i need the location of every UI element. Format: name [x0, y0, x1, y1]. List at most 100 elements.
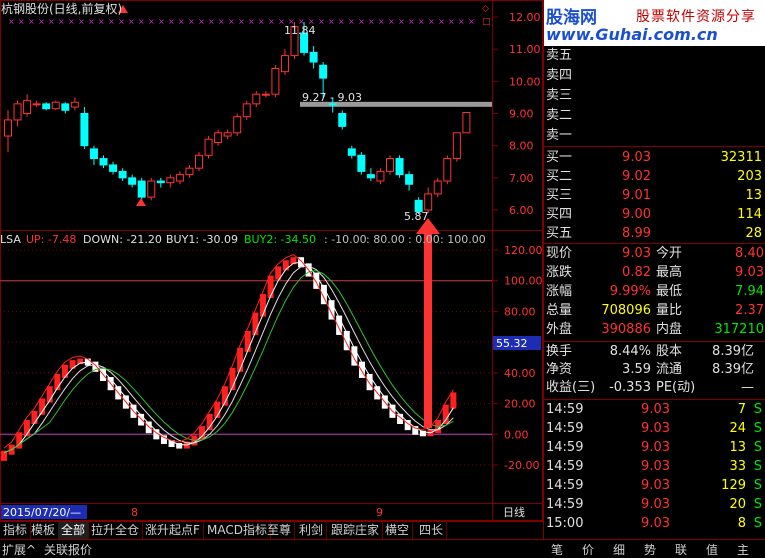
- signal-marker: ×: [258, 17, 265, 26]
- ask-row: 卖四: [544, 67, 765, 85]
- ask-label: 卖二: [546, 108, 573, 123]
- signal-marker: ×: [108, 17, 115, 26]
- signal-marker: ×: [118, 17, 125, 26]
- candle-body: [156, 180, 165, 184]
- bid-price: 9.03: [622, 150, 651, 165]
- stat-row: 外盘 390886 内盘 317210: [544, 321, 765, 339]
- stat-label: 涨幅: [546, 284, 573, 299]
- candle-body: [166, 177, 175, 184]
- indicator-name: LSA: [0, 233, 21, 246]
- right-tab[interactable]: 细: [613, 541, 625, 558]
- stat-value: 317210: [714, 322, 764, 337]
- stat-value: 390886: [601, 322, 651, 337]
- corner-diamond-icon[interactable]: ◇: [482, 4, 489, 14]
- stat-label: 内盘: [656, 322, 683, 337]
- indicator-tab[interactable]: 利剑: [296, 522, 328, 540]
- signal-marker: ×: [218, 17, 225, 26]
- indicator-envelope: [3, 254, 454, 449]
- candle-body: [32, 103, 41, 106]
- indicator-axis-label: 20.00: [504, 398, 536, 411]
- indicator-tab[interactable]: 指标: [0, 522, 32, 540]
- bid-stats-divider: [544, 243, 765, 244]
- bid-volume: 203: [737, 169, 762, 184]
- indicator-tab[interactable]: 横空: [382, 522, 414, 540]
- stat-label: 量比: [656, 303, 683, 318]
- period-label[interactable]: 日线: [503, 505, 525, 519]
- indicator-axis-label: -20.00: [504, 459, 539, 472]
- indicator-l1: : -10.00: [324, 233, 367, 246]
- tick-volume: 7: [737, 402, 746, 417]
- candle-body: [319, 64, 328, 79]
- annotation-low: 5.87: [404, 210, 429, 223]
- right-tab[interactable]: 价: [582, 541, 594, 558]
- tick-time: 14:59: [546, 459, 584, 474]
- stats-info-divider: [544, 341, 765, 342]
- indicator-tab[interactable]: 跟踪庄家: [328, 522, 384, 540]
- tick-time: 14:59: [546, 402, 584, 417]
- candle-body: [185, 167, 194, 176]
- tick-time: 15:00: [546, 516, 584, 531]
- indicator-tab[interactable]: 拉升全仓: [88, 522, 144, 540]
- indicator-tab[interactable]: MACD指标: [204, 522, 271, 540]
- info-row: 收益(三) -0.353 PE(动) —: [544, 379, 765, 397]
- candle-body: [118, 170, 127, 179]
- tick-time: 14:59: [546, 421, 584, 436]
- candle-body: [70, 101, 79, 108]
- stat-row: 总量 708096 量比 2.37: [544, 302, 765, 320]
- tick-price: 9.03: [641, 478, 670, 493]
- bid-row: 买三 9.01 13: [544, 187, 765, 205]
- candle-body: [252, 93, 261, 105]
- indicator-buy2: BUY2: -34.50: [244, 233, 316, 246]
- candle-body: [242, 103, 251, 118]
- stat-value: 7.94: [735, 284, 764, 299]
- tick-row: 14:59 9.03 7 S: [544, 401, 765, 419]
- candle-body: [395, 158, 404, 176]
- bid-label: 买五: [546, 226, 573, 241]
- ask-label: 卖一: [546, 128, 573, 143]
- right-tab[interactable]: 联: [675, 541, 687, 558]
- indicator-buy1: BUY1: -30.09: [166, 233, 238, 246]
- tick-side: S: [753, 440, 762, 455]
- right-tab[interactable]: 值: [706, 541, 718, 558]
- indicator-tab[interactable]: 至尊: [264, 522, 296, 540]
- candle-body: [4, 119, 12, 137]
- chart-area[interactable]: 6.007.008.009.0010.0011.0012.00× × × × × × × × ×…: [0, 0, 543, 521]
- expand-button[interactable]: 扩展^: [2, 541, 36, 558]
- indicator-tab[interactable]: 涨升起点F: [142, 522, 204, 540]
- signal-marker: ×: [248, 17, 255, 26]
- indicator-tab[interactable]: 模板: [28, 522, 60, 540]
- up-arrow-icon: [136, 198, 146, 206]
- right-tab[interactable]: 主: [737, 541, 749, 558]
- bid-row: 买五 8.99 28: [544, 225, 765, 243]
- candle-body: [89, 148, 98, 160]
- right-tab[interactable]: 势: [644, 541, 656, 558]
- stat-value: 9.03: [735, 265, 764, 280]
- info-row: 净资 3.59 流通 8.39亿: [544, 361, 765, 379]
- candle-body: [452, 132, 461, 160]
- chart-title: 杭钢股份(日线,前复权): [1, 1, 122, 16]
- corner-box-icon[interactable]: □: [482, 17, 491, 27]
- bid-price: 9.02: [622, 169, 651, 184]
- candle-body: [23, 100, 32, 114]
- stat-label: 今开: [656, 246, 683, 261]
- price-axis-label: 12.00: [509, 11, 541, 24]
- indicator-tab[interactable]: 全部: [58, 522, 90, 540]
- indicator-bar: [61, 364, 68, 378]
- info-label: 股本: [656, 344, 683, 359]
- indicator-tab[interactable]: 四长: [416, 522, 448, 540]
- signal-marker: ×: [98, 17, 105, 26]
- stat-value: 0.82: [622, 265, 651, 280]
- stat-label: 现价: [546, 246, 573, 261]
- signal-marker: ×: [88, 17, 95, 26]
- candle-body: [51, 101, 60, 110]
- tick-price: 9.03: [641, 497, 670, 512]
- tick-price: 9.03: [641, 516, 670, 531]
- candle-body: [338, 113, 347, 127]
- right-tab[interactable]: 笔: [551, 541, 563, 558]
- annotation-high: 11.84: [284, 24, 316, 37]
- stat-value: 9.99%: [609, 284, 651, 299]
- signal-marker: ×: [38, 17, 45, 26]
- related-quotes-button[interactable]: 关联报价: [44, 541, 92, 558]
- bid-row: 买二 9.02 203: [544, 168, 765, 186]
- candle-body: [99, 158, 108, 166]
